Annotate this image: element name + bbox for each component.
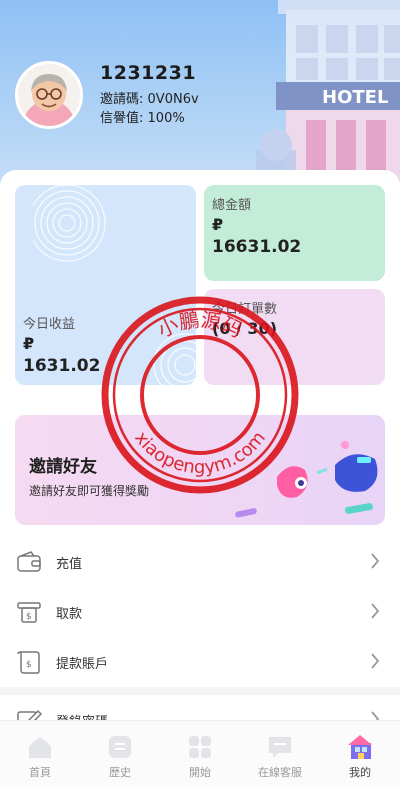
nav-label-home: 首頁 [29,766,51,779]
today-income-card[interactable]: 今日收益 ₽ 1631.02 [15,185,196,385]
start-grid-icon [189,736,211,758]
nav-item-start[interactable]: 開始 [170,733,230,788]
menu-label-recharge: 充值 [56,557,83,572]
megaphone-illustration [235,441,378,518]
invite-friends-banner[interactable]: 邀請好友 邀請好友即可獲得獎勵 [15,415,385,525]
menu-label-withdraw: 取款 [56,607,83,622]
today-income-value: 1631.02 [23,356,101,376]
menu-item-recharge[interactable]: 充值 [0,537,400,587]
hotel-sign-text: HOTEL [322,87,388,108]
credit-value: 100% [147,111,185,126]
svg-text:$: $ [26,660,32,670]
nav-item-mine[interactable]: 我的 [330,733,390,788]
chevron-right-icon [371,603,380,619]
total-amount-label: 總金額 [212,198,252,213]
stats-panel: 今日收益 ₽ 1631.02 總金額 ₽ 16631.02 今日訂單數 (0 /… [0,170,400,400]
history-icon [109,736,131,758]
svg-text:$: $ [26,612,32,622]
nav-item-support[interactable]: 在線客服 [250,733,310,788]
total-amount-card[interactable]: 總金額 ₽ 16631.02 [204,185,385,281]
receipt-icon: $ [17,651,40,674]
avatar[interactable] [15,61,83,129]
today-orders-value: (0 / 30) [212,319,278,338]
invite-friends-subtitle: 邀請好友即可獲得獎勵 [29,484,150,498]
nav-label-history: 歷史 [109,766,131,779]
nav-label-start: 開始 [189,766,211,779]
wallet-icon [17,551,41,572]
invite-friends-title: 邀請好友 [29,457,97,477]
today-orders-card[interactable]: 今日訂單數 (0 / 30) [204,289,385,385]
today-income-label: 今日收益 [23,317,76,332]
chevron-right-icon [371,653,380,669]
total-amount-currency: ₽ [212,215,224,234]
nav-item-home[interactable]: 首頁 [10,733,70,788]
bottom-navigation: 首頁 歷史 開始 在線客服 我的 [0,720,400,788]
nav-label-mine: 我的 [349,766,371,779]
ring-pattern-decoration [153,333,196,385]
menu-item-withdraw-account[interactable]: $ 提款賬戶 [0,637,400,687]
today-income-currency: ₽ [23,334,35,353]
home-icon [29,737,51,758]
settings-menu: 充值 $ 取款 $ 提款賬戶 登錄密碼 [0,537,400,745]
profile-house-icon [348,735,372,759]
chat-support-icon [269,737,291,758]
menu-item-withdraw[interactable]: $ 取款 [0,587,400,637]
invite-code-label: 邀請碼: [100,92,144,107]
chevron-right-icon [371,553,380,569]
today-orders-label: 今日訂單數 [212,302,278,317]
ring-pattern-decoration [33,185,106,262]
menu-divider [0,687,400,695]
user-id: 1231231 [100,62,197,84]
atm-withdraw-icon: $ [17,602,41,623]
nav-item-history[interactable]: 歷史 [90,733,150,788]
total-amount-value: 16631.02 [212,237,302,257]
invite-code-value[interactable]: 0V0N6v [148,92,199,107]
credit-label: 信譽值: [100,111,144,126]
nav-label-support: 在線客服 [258,766,302,779]
credit-line: 信譽值: 100% [100,107,185,126]
menu-label-withdraw-account: 提款賬戶 [56,657,109,672]
invite-code-line: 邀請碼: 0V0N6v [100,88,199,107]
